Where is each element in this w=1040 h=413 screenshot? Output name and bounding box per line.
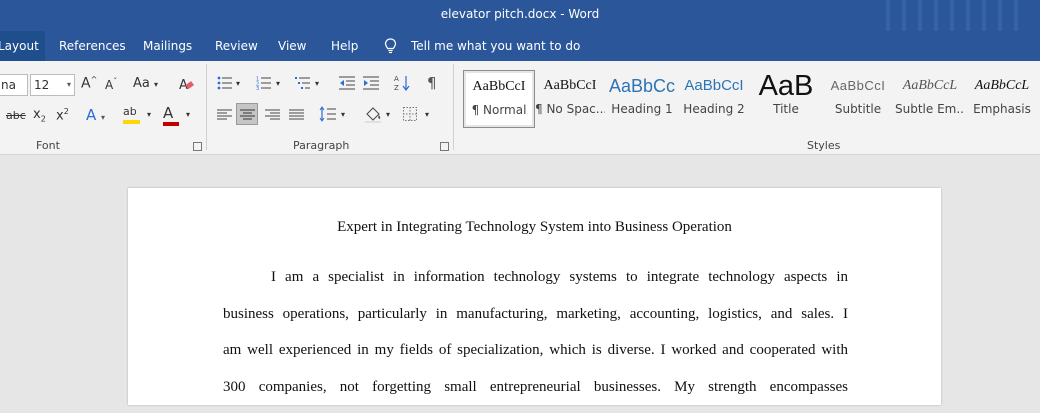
highlight-button[interactable]: ab xyxy=(123,104,143,118)
chevron-down-icon[interactable]: ▾ xyxy=(425,110,429,119)
bullets-icon[interactable] xyxy=(217,76,233,90)
tab-help[interactable]: Help xyxy=(331,31,358,61)
align-center-icon xyxy=(240,109,255,121)
caret-up-icon: ^ xyxy=(91,75,98,84)
show-formatting-button[interactable]: ¶ xyxy=(427,74,437,92)
numbering-icon[interactable]: 1 2 3 xyxy=(256,76,272,90)
font-color-button[interactable]: A xyxy=(163,104,181,122)
font-size-value: 12 xyxy=(34,78,49,92)
paragraph-line: business operations, particularly in man… xyxy=(223,304,848,341)
svg-text:A: A xyxy=(394,75,399,83)
shading-icon[interactable] xyxy=(364,105,382,123)
group-separator xyxy=(206,64,207,150)
tab-references[interactable]: References xyxy=(59,31,126,61)
text-effects-button[interactable]: A ▾ xyxy=(86,106,105,124)
style-emphasis[interactable]: AaBbCcL Emphasis xyxy=(967,70,1037,126)
increase-indent-icon[interactable] xyxy=(363,76,379,90)
change-case-button[interactable]: Aa ▾ xyxy=(133,76,158,91)
tell-me-search[interactable]: Tell me what you want to do xyxy=(411,31,580,61)
font-name-select[interactable]: na xyxy=(0,74,28,96)
chevron-down-icon[interactable]: ▾ xyxy=(236,79,240,88)
chevron-down-icon[interactable]: ▾ xyxy=(386,110,390,119)
paragraph-line: I am a specialist in information technol… xyxy=(223,267,848,304)
style-normal[interactable]: AaBbCcI ¶ Normal xyxy=(463,70,535,128)
style-heading-2[interactable]: AaBbCcI Heading 2 xyxy=(679,70,749,126)
chevron-down-icon[interactable]: ▾ xyxy=(276,79,280,88)
subscript-button[interactable]: x2 xyxy=(33,107,46,124)
paragraph-group-label: Paragraph xyxy=(293,139,349,152)
document-title: Expert in Integrating Technology System … xyxy=(128,219,941,236)
superscript-button[interactable]: x2 xyxy=(56,107,69,123)
style-subtitle[interactable]: AaBbCcI Subtitle xyxy=(823,70,893,126)
line-spacing-icon[interactable] xyxy=(319,106,337,122)
ribbon-tabs: Layout References Mailings Review View H… xyxy=(0,31,1040,61)
style-subtle-emphasis[interactable]: AaBbCcL Subtle Em... xyxy=(895,70,965,126)
paragraph-dialog-launcher-icon[interactable] xyxy=(440,142,449,151)
paragraph-line: 300 companies, not forgetting small entr… xyxy=(223,377,848,413)
svg-text:3: 3 xyxy=(256,86,259,90)
borders-icon[interactable] xyxy=(403,107,417,121)
sort-icon[interactable]: A Z xyxy=(394,74,410,92)
style-title[interactable]: AaB Title xyxy=(751,70,821,126)
align-left-icon[interactable] xyxy=(217,109,232,121)
chevron-down-icon[interactable]: ▾ xyxy=(341,110,345,119)
chevron-down-icon[interactable]: ▾ xyxy=(315,79,319,88)
multilevel-list-icon[interactable] xyxy=(295,76,311,90)
chevron-down-icon: ▾ xyxy=(154,80,158,89)
document-page[interactable]: Expert in Integrating Technology System … xyxy=(128,188,941,405)
font-color-swatch xyxy=(163,122,179,126)
clear-formatting-icon[interactable]: A xyxy=(178,76,194,92)
lightbulb-icon[interactable] xyxy=(384,38,397,54)
tab-mailings[interactable]: Mailings xyxy=(143,31,192,61)
paragraph-line: am well experienced in my fields of spec… xyxy=(223,340,848,377)
style-heading-1[interactable]: AaBbCc Heading 1 xyxy=(607,70,677,126)
strikethrough-button[interactable]: abc xyxy=(6,109,26,122)
font-group-label: Font xyxy=(36,139,60,152)
chevron-down-icon[interactable]: ▾ xyxy=(147,110,151,119)
highlight-color-swatch xyxy=(123,120,140,124)
svg-text:Z: Z xyxy=(394,84,399,92)
chevron-down-icon: ▾ xyxy=(101,113,105,122)
chevron-down-icon[interactable]: ▾ xyxy=(186,110,190,119)
shrink-font-button[interactable]: Aˇ xyxy=(105,77,117,92)
font-size-select[interactable]: 12 ▾ xyxy=(30,74,75,96)
tab-layout[interactable]: Layout xyxy=(0,31,45,61)
align-center-button[interactable] xyxy=(236,103,258,125)
caret-down-icon: ˇ xyxy=(113,77,117,86)
tab-view[interactable]: View xyxy=(278,31,306,61)
group-separator xyxy=(453,64,454,150)
chevron-down-icon: ▾ xyxy=(67,75,71,95)
style-no-spacing[interactable]: AaBbCcI ¶ No Spac... xyxy=(535,70,605,126)
justify-icon[interactable] xyxy=(289,109,304,121)
align-right-icon[interactable] xyxy=(265,109,280,121)
styles-group-label: Styles xyxy=(807,139,840,152)
window-title: elevator pitch.docx - Word xyxy=(0,7,1040,21)
grow-font-button[interactable]: A^ xyxy=(81,75,97,92)
font-dialog-launcher-icon[interactable] xyxy=(193,142,202,151)
title-bar: elevator pitch.docx - Word xyxy=(0,0,1040,31)
tab-review[interactable]: Review xyxy=(215,31,258,61)
decrease-indent-icon[interactable] xyxy=(339,76,355,90)
document-paragraph: I am a specialist in information technol… xyxy=(223,267,848,413)
